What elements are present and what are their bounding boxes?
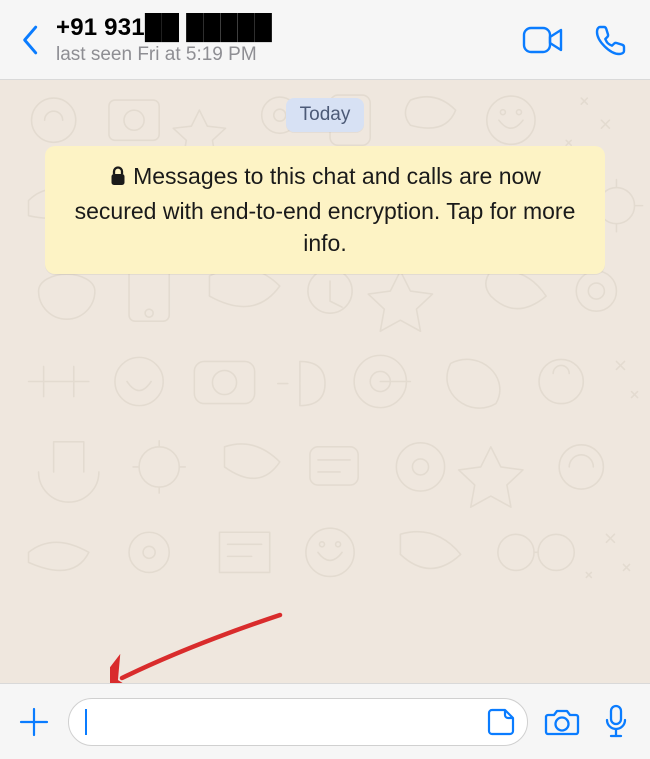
contact-name: +91 931██ █████ xyxy=(56,14,522,42)
phone-icon xyxy=(594,23,628,57)
voice-call-button[interactable] xyxy=(594,23,628,57)
chevron-left-icon xyxy=(21,23,43,57)
encryption-notice[interactable]: Messages to this chat and calls are now … xyxy=(45,146,605,274)
plus-icon xyxy=(17,705,51,739)
microphone-icon xyxy=(603,704,629,740)
chat-content: Today Messages to this chat and calls ar… xyxy=(0,80,650,274)
encryption-text: Messages to this chat and calls are now … xyxy=(75,163,576,256)
lock-icon xyxy=(109,162,127,195)
video-camera-icon xyxy=(522,25,564,55)
contact-status: last seen Fri at 5:19 PM xyxy=(56,44,522,66)
sticker-button[interactable] xyxy=(483,704,519,740)
contact-info[interactable]: +91 931██ █████ last seen Fri at 5:19 PM xyxy=(56,14,522,66)
sticker-icon xyxy=(486,707,516,737)
header-actions xyxy=(522,23,636,57)
mic-button[interactable] xyxy=(596,702,636,742)
camera-button[interactable] xyxy=(542,702,582,742)
chat-body[interactable]: Today Messages to this chat and calls ar… xyxy=(0,80,650,683)
message-input-container[interactable] xyxy=(68,698,528,746)
attach-button[interactable] xyxy=(14,702,54,742)
camera-icon xyxy=(544,707,580,737)
input-bar xyxy=(0,683,650,759)
date-chip: Today xyxy=(286,98,365,132)
message-input[interactable] xyxy=(93,710,483,733)
chat-header: +91 931██ █████ last seen Fri at 5:19 PM xyxy=(0,0,650,80)
back-button[interactable] xyxy=(14,16,50,64)
video-call-button[interactable] xyxy=(522,25,564,55)
chat-screen: +91 931██ █████ last seen Fri at 5:19 PM xyxy=(0,0,650,759)
text-cursor xyxy=(85,709,87,735)
